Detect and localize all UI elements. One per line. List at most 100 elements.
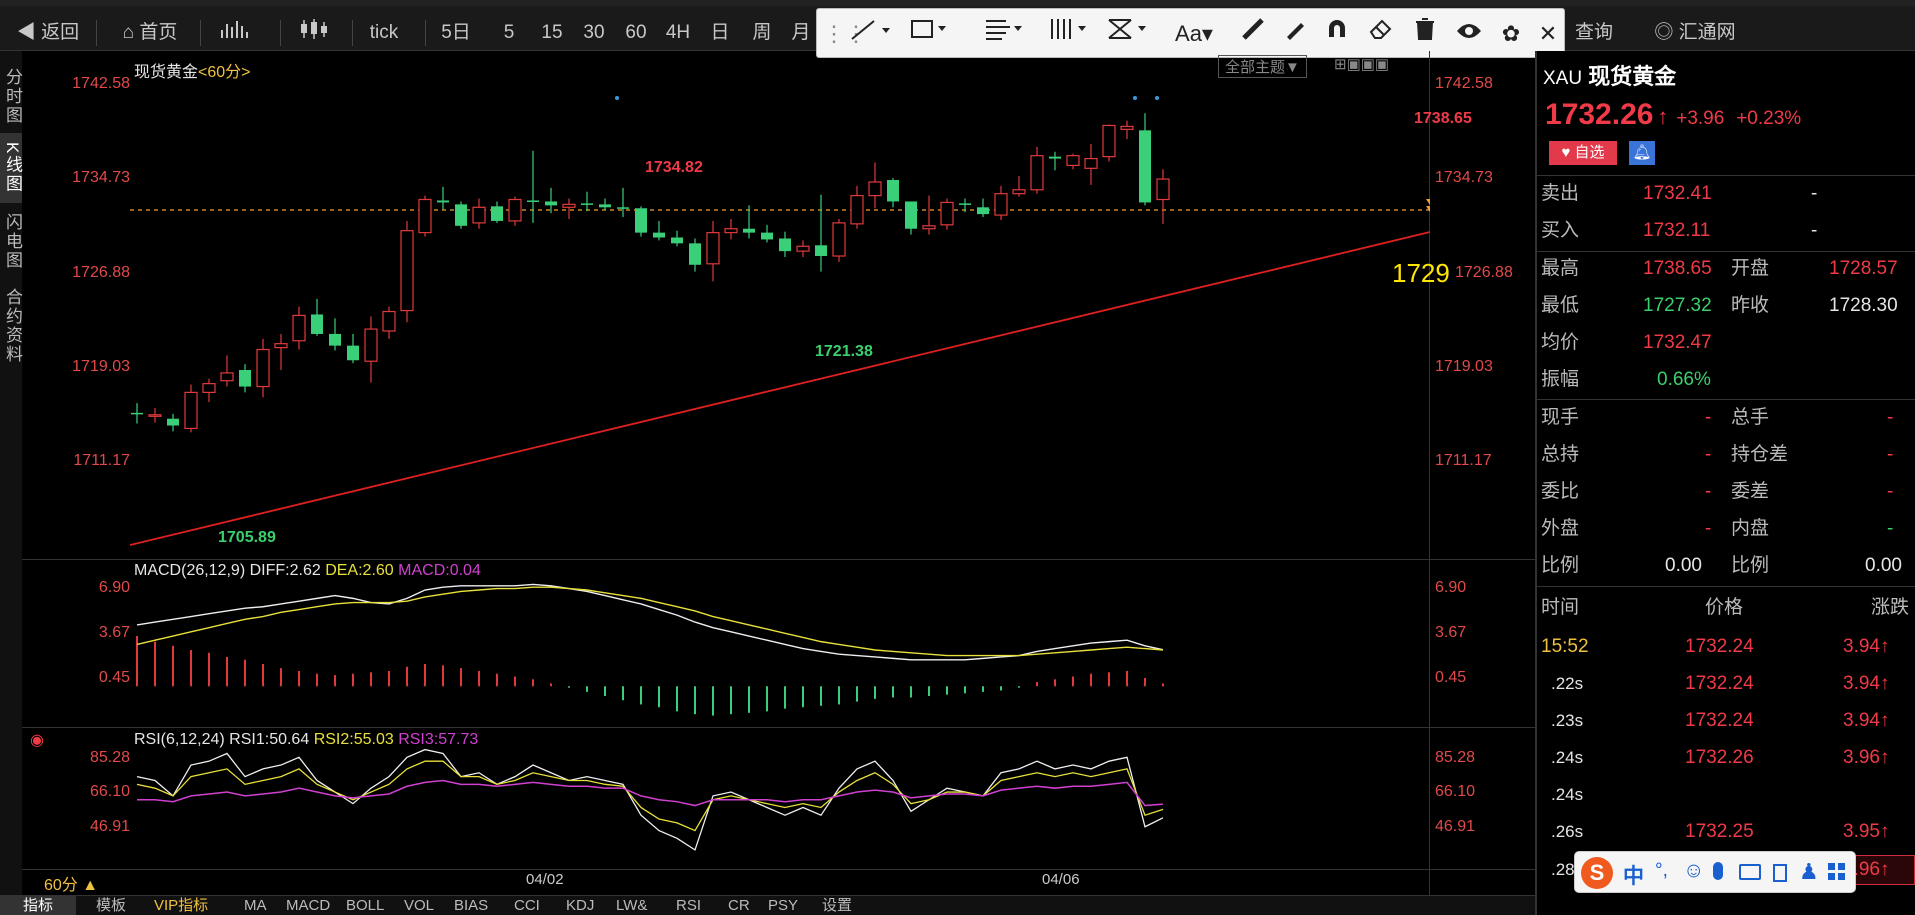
rsi-tick-left: 85.28 (89, 749, 130, 766)
annotation-mid-high: 1734.82 (645, 159, 703, 176)
tab-cci[interactable]: CCI (514, 896, 540, 915)
date-label: 04/06 (1042, 871, 1080, 888)
candle-down (1139, 130, 1151, 203)
candle-down (167, 418, 179, 426)
sogou-logo-icon[interactable]: S (1581, 857, 1613, 889)
candle-down (815, 245, 827, 257)
period-selector[interactable]: 60分 ▲ (44, 871, 98, 895)
trend-line[interactable] (130, 231, 1430, 546)
tab-boll[interactable]: BOLL (346, 896, 384, 915)
rsi-tick-right: 66.10 (1435, 783, 1476, 800)
candle-up (1012, 189, 1026, 195)
price-tick-left: 1742.58 (72, 75, 130, 92)
date-axis-line (22, 869, 1535, 870)
macd-tick-left: 0.45 (98, 669, 130, 686)
macd-dea-line (136, 586, 1164, 657)
ticks-header: 时间 价格 涨跌 (1541, 597, 1910, 618)
ime-toolbar: S 中 °, ☺ ♟ (1574, 851, 1856, 893)
event-dot (1133, 96, 1137, 100)
annotation-high: 1738.65 (1414, 110, 1472, 127)
tab-kdj[interactable]: KDJ (566, 896, 594, 915)
tab-indicators[interactable]: 指标 (0, 896, 76, 915)
buy-row: 买入 1732.11 - (1541, 220, 1818, 241)
ime-clipboard-icon[interactable] (1773, 864, 1787, 882)
annotation-low-mid: 1721.38 (815, 343, 873, 360)
rsi-target-icon[interactable]: ◉ (30, 730, 44, 750)
stat-row: 外盘 - 内盘 - (1541, 518, 1894, 539)
ime-mic-icon[interactable] (1713, 862, 1723, 880)
candle-up (1156, 178, 1170, 201)
candle-down (671, 237, 683, 244)
ime-toolbox-icon[interactable] (1827, 862, 1847, 882)
tab-vip-indicators[interactable]: VIP指标 (154, 896, 208, 915)
annotation-low: 1705.89 (218, 529, 276, 546)
tab-vol[interactable]: VOL (404, 896, 434, 915)
tab-macd[interactable]: MACD (286, 896, 330, 915)
stat-row: 现手 - 总手 - (1541, 407, 1894, 428)
macd-diff-line (136, 583, 1164, 661)
macd-panel-divider (22, 727, 1535, 728)
macd-tick-right: 3.67 (1435, 624, 1467, 641)
chart-area: 现货黄金<60分> 全部主题▼ ⊞▣▣▣ 1742.58 1734.73 172… (0, 0, 1535, 915)
tab-settings[interactable]: 设置 (822, 896, 852, 915)
macd-tick-left: 6.90 (98, 579, 130, 596)
ime-skin-icon[interactable]: ♟ (1799, 859, 1819, 885)
amplitude-row: 振幅 0.66% (1541, 369, 1711, 390)
ime-keyboard-icon[interactable] (1739, 864, 1761, 880)
candle-up (724, 228, 738, 234)
high-open-row: 最高 1738.65 开盘 1728.57 (1541, 258, 1898, 279)
macd-histogram (136, 636, 1164, 716)
tab-rsi[interactable]: RSI (676, 896, 701, 915)
rsi-tick-left: 66.10 (89, 783, 130, 800)
price-tick-right: 1734.73 (1435, 169, 1493, 186)
rsi-tick-right: 85.28 (1435, 749, 1476, 766)
candle-down (779, 238, 791, 252)
event-dot (1155, 96, 1159, 100)
candle-down (329, 333, 341, 346)
tab-ma[interactable]: MA (244, 896, 267, 915)
candle-up (796, 245, 810, 252)
heart-icon: ♥ (1561, 144, 1571, 161)
add-watchlist-button[interactable]: ♥ 自选 (1549, 141, 1617, 165)
candle-up (562, 203, 576, 208)
tab-templates[interactable]: 模板 (96, 896, 126, 915)
candle-up (1102, 124, 1116, 158)
candle-down (347, 345, 359, 361)
candle-down (743, 228, 755, 233)
candle-up (274, 343, 288, 349)
ime-chinese-mode[interactable]: 中 (1623, 860, 1644, 890)
tab-cr[interactable]: CR (728, 896, 750, 915)
candle-up (1066, 155, 1080, 167)
candle-up (832, 222, 846, 257)
indicator-tabs-bar: 指标 模板 VIP指标 MA MACD BOLL VOL BIAS CCI KD… (0, 895, 1535, 915)
query-button[interactable]: 查询 (1570, 18, 1618, 48)
rsi-chart[interactable] (130, 745, 1430, 865)
price-tick-right: 1711.17 (1435, 452, 1492, 469)
candle-down (653, 232, 665, 238)
candle-down (131, 412, 143, 415)
tab-psy[interactable]: PSY (768, 896, 798, 915)
candle-down (545, 201, 557, 206)
candle-up (220, 372, 234, 382)
bell-icon[interactable]: 🔔︎ (1629, 141, 1655, 165)
quote-price-line: 1732.26 ↑ +3.96 +0.23% (1545, 98, 1802, 131)
user-price-label[interactable]: 1729 (1392, 258, 1450, 289)
price-tick-right: 1742.58 (1435, 75, 1493, 92)
macd-chart[interactable] (130, 560, 1430, 727)
price-tick-right: 1726.88 (1455, 264, 1513, 281)
avg-row: 均价 1732.47 (1541, 332, 1712, 353)
candle-down (1049, 156, 1061, 159)
candle-down (581, 203, 593, 205)
candlestick-chart[interactable] (130, 51, 1430, 559)
fx678-brand-button[interactable]: ◎ 汇通网 (1640, 18, 1750, 48)
macd-tick-right: 6.90 (1435, 579, 1467, 596)
tab-bias[interactable]: BIAS (454, 896, 488, 915)
ime-punctuation[interactable]: °, (1655, 860, 1668, 882)
price-tick-left: 1711.17 (73, 452, 130, 469)
fx678-logo-icon: ◎ (1654, 22, 1674, 43)
price-tick-right: 1719.03 (1435, 358, 1493, 375)
candle-up (418, 198, 432, 234)
tick-row: .24s (1551, 785, 1584, 804)
tab-lw[interactable]: LW& (616, 896, 647, 915)
ime-emoji-icon[interactable]: ☺ (1683, 859, 1704, 883)
